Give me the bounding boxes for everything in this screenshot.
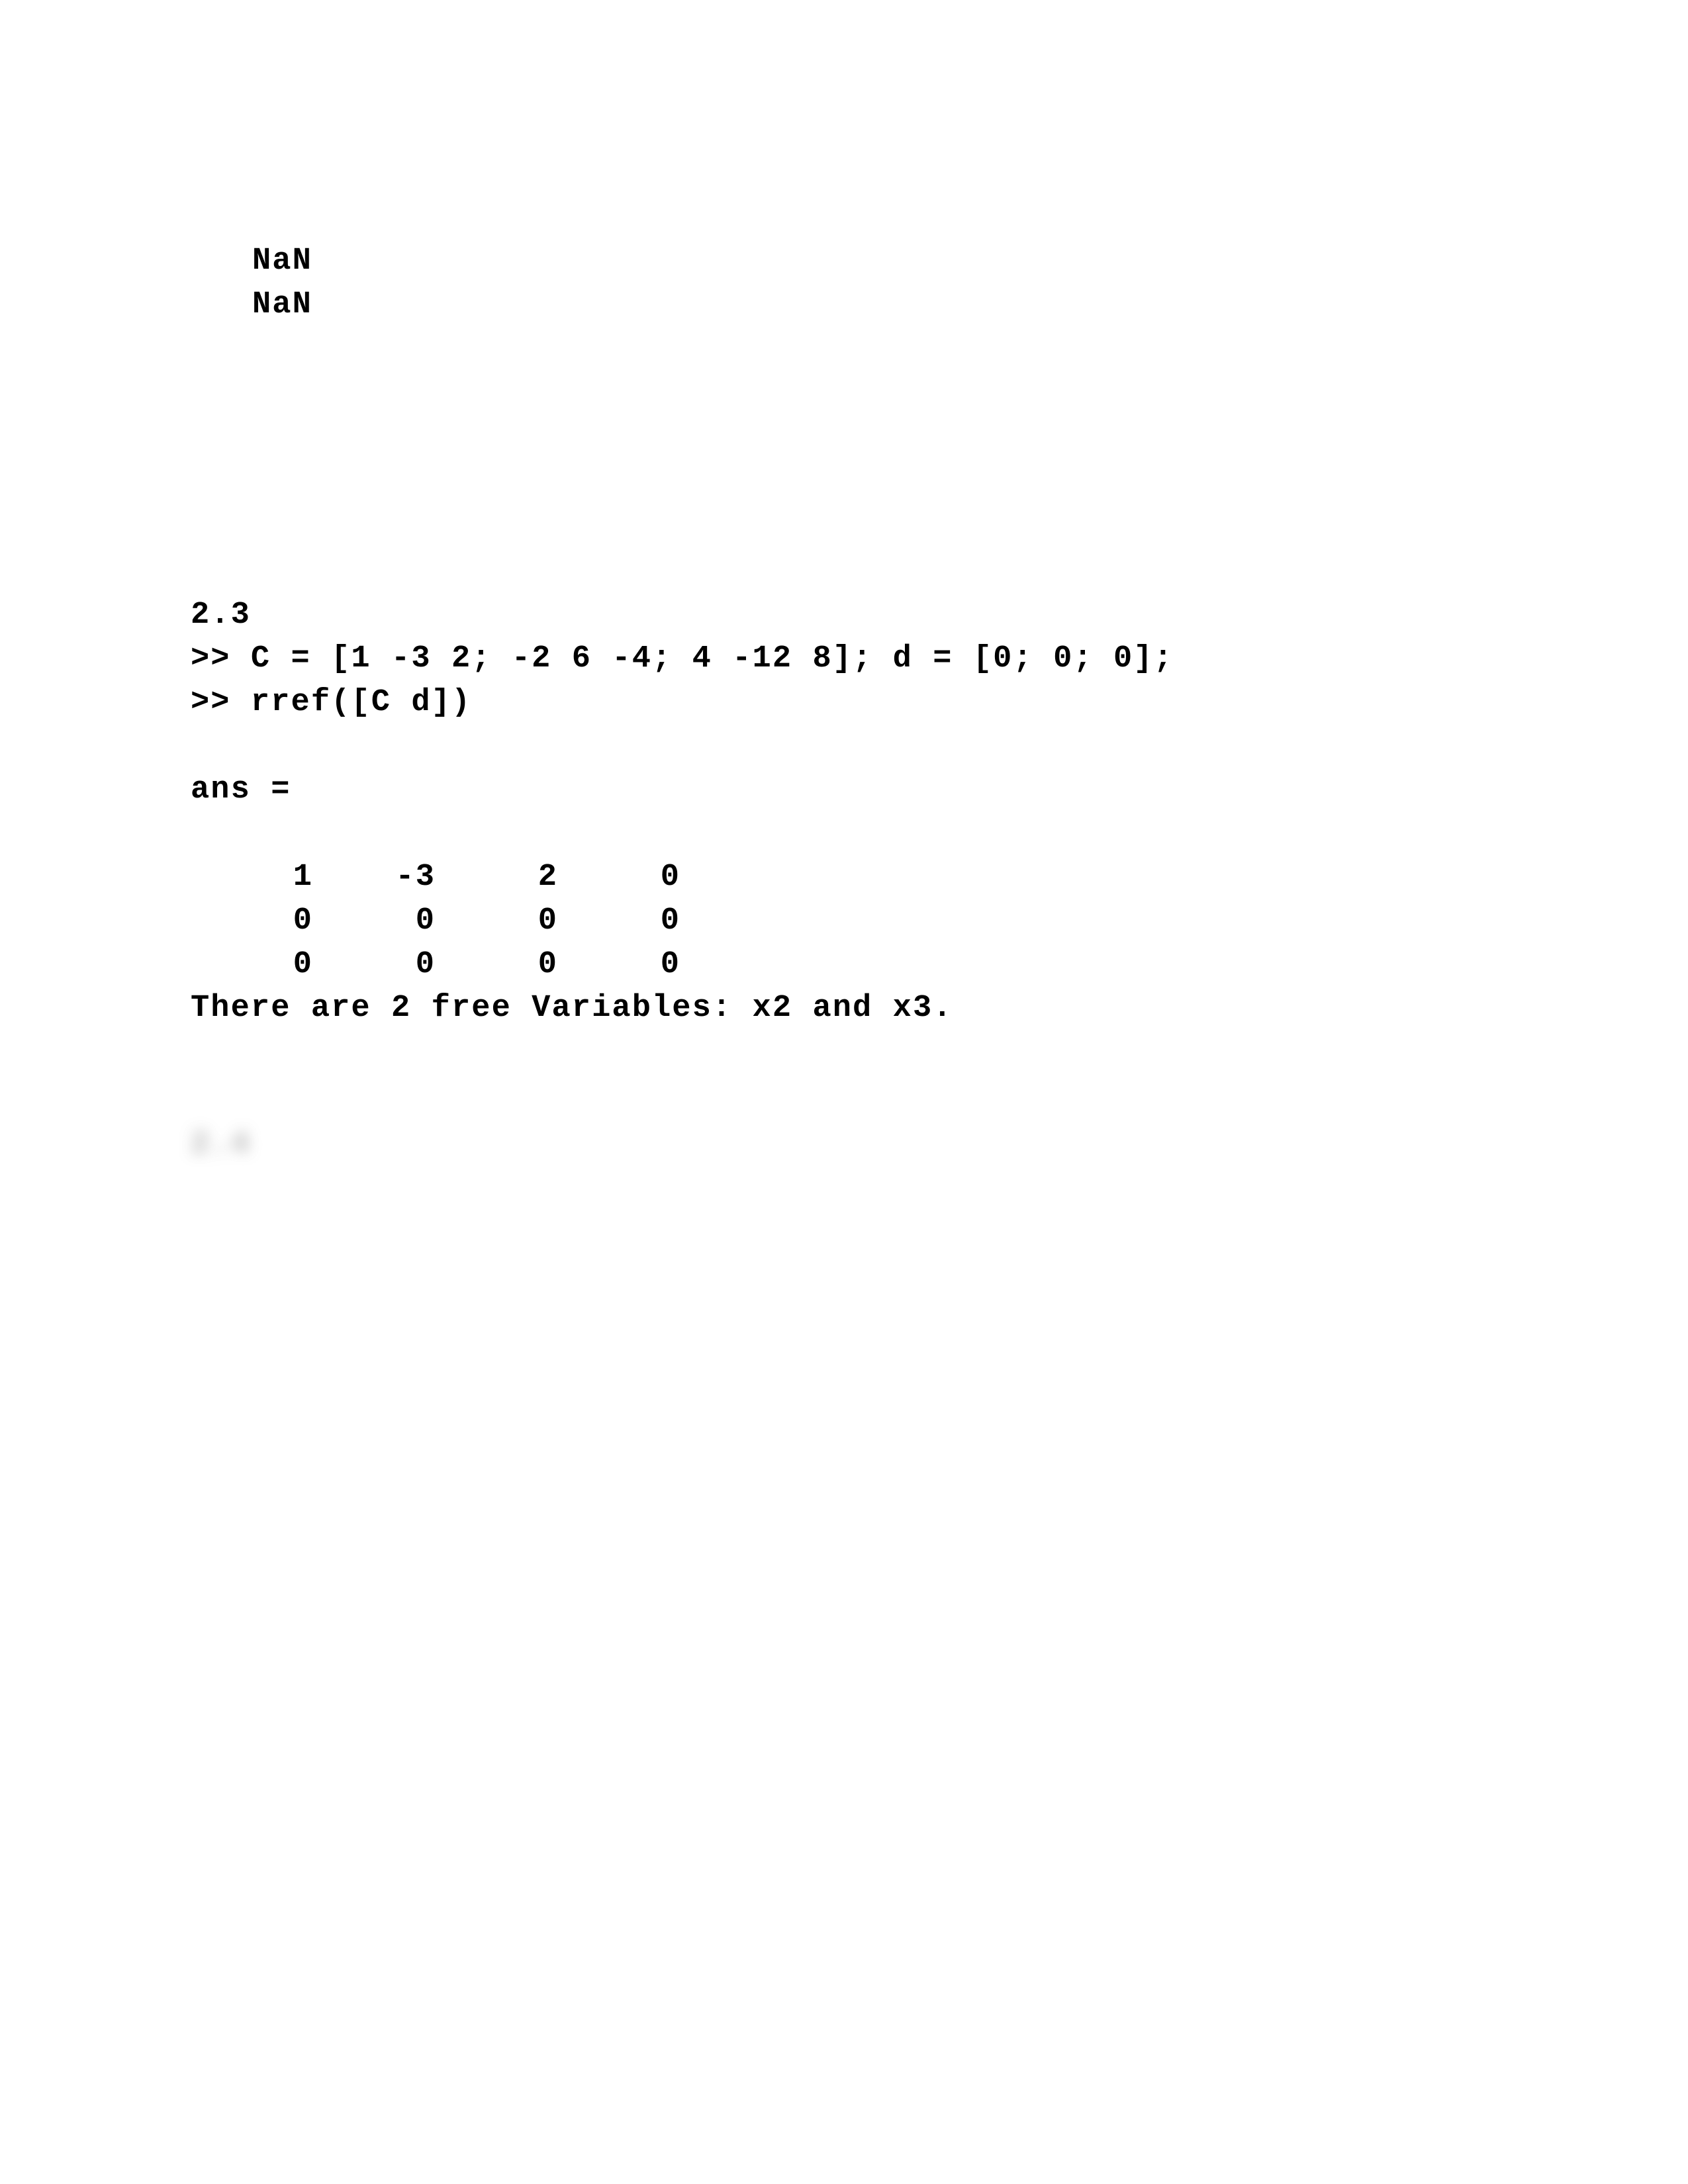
matrix-cell: 0 <box>538 947 558 982</box>
matrix-cell: 0 <box>293 947 313 982</box>
matrix-cell: -3 <box>395 860 436 895</box>
matrix-cell: 0 <box>660 903 680 938</box>
matrix-cell: 0 <box>415 903 436 938</box>
matrix-cell: 0 <box>538 903 558 938</box>
matrix-cell: 1 <box>293 860 313 895</box>
console-command-define-c-and-d: >> C = [1 -3 2; -2 6 -4; 4 -12 8]; d = [… <box>191 641 1174 676</box>
section-label-2-3: 2.3 <box>191 598 251 633</box>
console-output-nan-line-1: NaN <box>252 244 312 279</box>
table-row: 1 -3 2 0 <box>191 856 680 899</box>
matrix-cell: 0 <box>660 947 680 982</box>
console-answer-label: ans = <box>191 772 291 807</box>
console-output-nan-line-2: NaN <box>252 287 312 322</box>
matrix-cell: 2 <box>538 860 558 895</box>
document-page: NaN NaN 2.3 >> C = [1 -3 2; -2 6 -4; 4 -… <box>0 0 1688 2184</box>
console-command-rref: >> rref([C d]) <box>191 685 472 720</box>
matrix-cell: 0 <box>660 860 680 895</box>
matrix-cell: 0 <box>415 947 436 982</box>
table-row: 0 0 0 0 <box>191 943 680 987</box>
table-row: 0 0 0 0 <box>191 899 680 943</box>
matrix-cell: 0 <box>293 903 313 938</box>
blurred-section-fragment: 2.4 <box>191 1127 251 1162</box>
free-variables-conclusion: There are 2 free Variables: x2 and x3. <box>191 991 953 1026</box>
